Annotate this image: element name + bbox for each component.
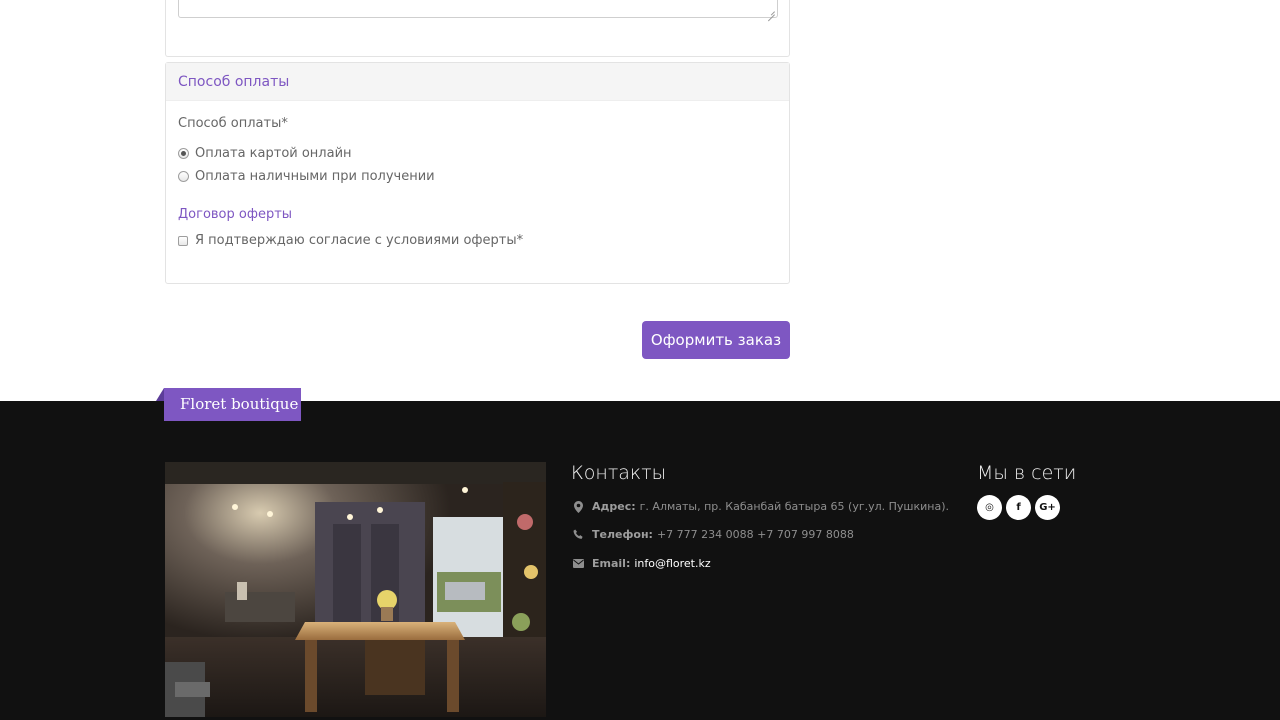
- social-heading: Мы в сети: [977, 462, 1077, 484]
- brand-tag-fold: [156, 388, 164, 401]
- facebook-icon[interactable]: f: [1006, 495, 1031, 520]
- contact-email: Email: info@floret.kz: [572, 557, 711, 570]
- checkout-page: Способ оплаты Способ оплаты* Оплата карт…: [0, 0, 1280, 720]
- payment-option-card-label: Оплата картой онлайн: [195, 146, 352, 161]
- contacts-heading: Контакты: [571, 462, 667, 484]
- radio-cash[interactable]: [178, 171, 189, 182]
- map-marker-icon: [572, 500, 584, 513]
- payment-option-card[interactable]: Оплата картой онлайн: [178, 146, 352, 161]
- phone-value: +7 777 234 0088 +7 707 997 8088: [656, 528, 854, 541]
- social-links: ◎ f G+: [977, 495, 1060, 520]
- address-label: Адрес:: [592, 500, 636, 513]
- payment-panel: Способ оплаты Способ оплаты* Оплата карт…: [165, 62, 790, 284]
- contact-phone: Телефон: +7 777 234 0088 +7 707 997 8088: [572, 528, 854, 541]
- consent-label: Я подтверждаю согласие с условиями оферт…: [195, 233, 524, 248]
- place-order-button[interactable]: Оформить заказ: [642, 321, 790, 359]
- instagram-icon[interactable]: ◎: [977, 495, 1002, 520]
- payment-method-label: Способ оплаты*: [178, 116, 288, 131]
- comment-textarea[interactable]: [178, 0, 778, 18]
- address-value: г. Алматы, пр. Кабанбай батыра 65 (уг.ул…: [639, 500, 950, 513]
- envelope-icon: [572, 558, 584, 570]
- payment-option-cash[interactable]: Оплата наличными при получении: [178, 169, 435, 184]
- radio-card[interactable]: [178, 148, 189, 159]
- offer-contract-link[interactable]: Договор оферты: [178, 207, 292, 222]
- contact-address: Адрес: г. Алматы, пр. Кабанбай батыра 65…: [572, 500, 949, 513]
- consent-checkbox[interactable]: [178, 235, 188, 246]
- phone-label: Телефон:: [592, 528, 653, 541]
- email-label: Email:: [592, 557, 631, 570]
- google-plus-icon[interactable]: G+: [1035, 495, 1060, 520]
- email-link[interactable]: info@floret.kz: [634, 557, 710, 570]
- order-details-panel: [165, 0, 790, 57]
- phone-icon: [572, 529, 584, 541]
- resize-grip-icon[interactable]: [768, 8, 775, 15]
- payment-option-cash-label: Оплата наличными при получении: [195, 169, 435, 184]
- boutique-photo: [165, 462, 546, 717]
- consent-checkbox-row[interactable]: Я подтверждаю согласие с условиями оферт…: [178, 233, 523, 248]
- footer-brand: Floret boutique: [164, 388, 301, 421]
- payment-panel-heading: Способ оплаты: [166, 63, 789, 101]
